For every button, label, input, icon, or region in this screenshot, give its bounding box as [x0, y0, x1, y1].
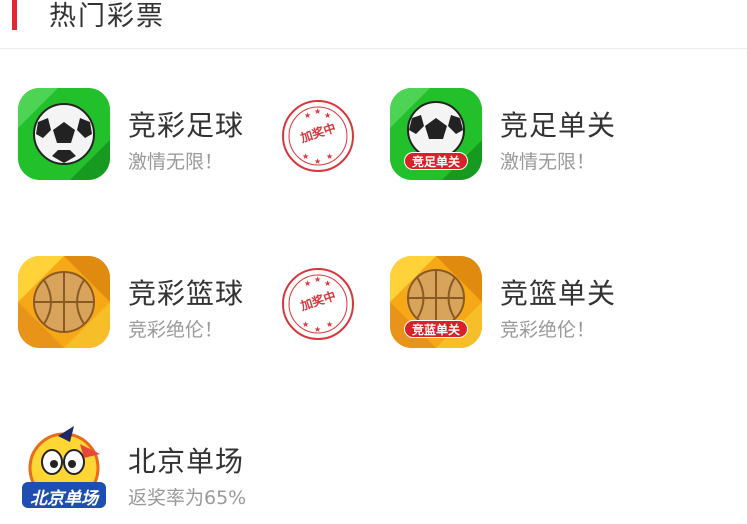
bonus-stamp: ★ ★ ★ ★ ★ ★ 加奖中	[280, 266, 356, 342]
item-name: 竞篮单关	[500, 277, 617, 310]
item-name: 竞彩足球	[128, 109, 245, 142]
svg-text:★: ★	[314, 275, 321, 284]
svg-text:★: ★	[302, 320, 309, 329]
lottery-item-jldg[interactable]: 竞蓝单关 竞篮单关 竞彩绝伦！	[390, 256, 690, 356]
svg-text:★: ★	[304, 279, 311, 288]
item-badge: 竞足单关	[404, 152, 468, 170]
section-title: 热门彩票	[49, 1, 165, 32]
svg-text:★: ★	[314, 107, 321, 116]
basketball-icon	[18, 256, 110, 348]
soccer-ball-icon	[18, 88, 110, 180]
item-desc: 返奖率为65%	[128, 487, 247, 509]
section-header: 热门彩票	[0, 0, 747, 49]
svg-text:★: ★	[314, 157, 321, 166]
item-desc: 竞彩绝伦！	[500, 319, 596, 341]
bonus-stamp: ★ ★ ★ ★ ★ ★ 加奖中	[280, 98, 356, 174]
soccer-ball-icon: 竞足单关	[390, 88, 482, 180]
item-name: 北京单场	[128, 445, 245, 478]
item-name: 竞足单关	[500, 109, 617, 142]
svg-text:★: ★	[304, 111, 311, 120]
lottery-item-jczq[interactable]: 竞彩足球 激情无限！	[18, 88, 318, 188]
bjdc-logo-text: 北京单场	[30, 489, 98, 509]
item-desc: 竞彩绝伦！	[128, 319, 224, 341]
basketball-icon: 竞蓝单关	[390, 256, 482, 348]
svg-text:★: ★	[314, 325, 321, 334]
lottery-item-jzdg[interactable]: 竞足单关 竞足单关 激情无限！	[390, 88, 690, 188]
svg-text:★: ★	[326, 320, 333, 329]
item-badge: 竞蓝单关	[404, 320, 468, 338]
svg-text:★: ★	[326, 152, 333, 161]
bjdc-logo-icon: 北京单场	[18, 424, 110, 516]
lottery-item-bjdc[interactable]: 北京单场 北京单场 返奖率为65%	[18, 424, 318, 524]
svg-text:★: ★	[302, 152, 309, 161]
item-desc: 激情无限！	[128, 151, 224, 173]
accent-bar	[12, 0, 17, 30]
item-name: 竞彩篮球	[128, 277, 245, 310]
item-desc: 激情无限！	[500, 151, 596, 173]
lottery-item-jclq[interactable]: 竞彩篮球 竞彩绝伦！	[18, 256, 318, 356]
